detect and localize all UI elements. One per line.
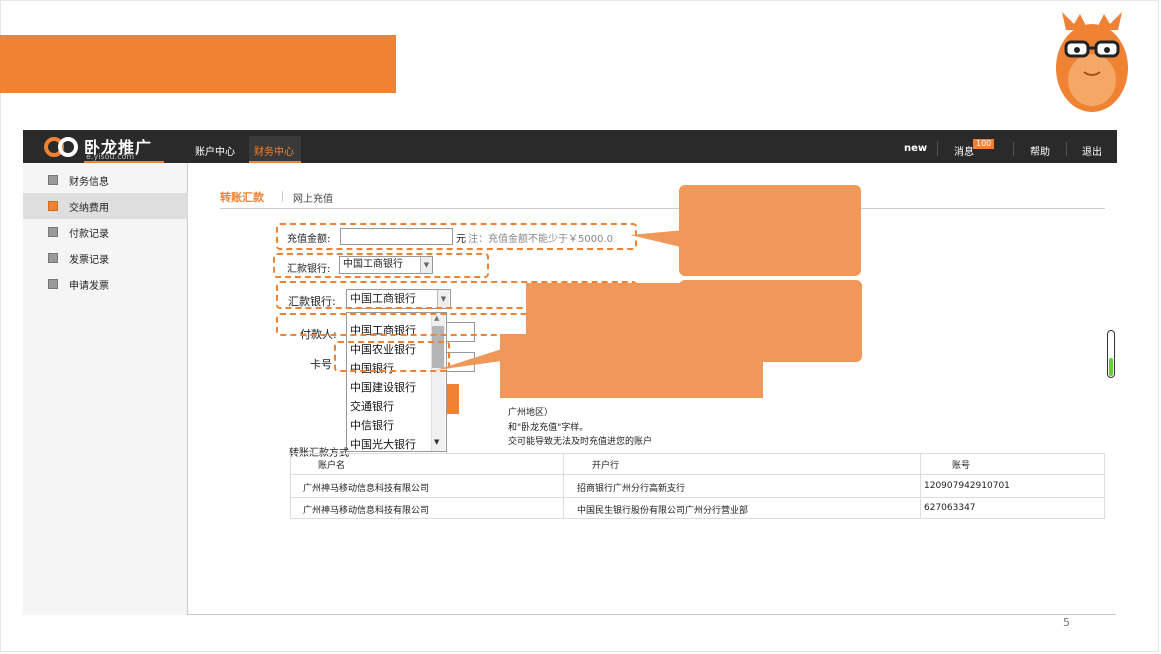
- table-header-cell: 开户行: [592, 461, 620, 471]
- messages-badge: 100: [973, 139, 995, 149]
- nav-finance-center[interactable]: 财务中心: [254, 143, 294, 158]
- nav-help[interactable]: 帮助: [1030, 143, 1050, 158]
- note-line: 交可能导致无法及时充值进您的账户: [508, 437, 653, 447]
- slide-title-bar: [0, 35, 396, 93]
- finance-info-icon: [48, 175, 58, 185]
- nav-messages[interactable]: 消息: [954, 143, 974, 158]
- dropdown-option[interactable]: 交通银行: [350, 398, 394, 414]
- sidebar-item-label: 财务信息: [69, 177, 109, 188]
- content-bottom-line: [188, 614, 1116, 615]
- annotation-box-option: [334, 341, 450, 372]
- dropdown-option[interactable]: 中信银行: [350, 417, 394, 433]
- table-cell: 招商银行广州分行高新支行: [577, 484, 686, 494]
- scroll-down-icon[interactable]: ▼: [434, 438, 439, 446]
- tab-bank-transfer[interactable]: 转账汇款: [220, 189, 264, 205]
- nav-account-center[interactable]: 账户中心: [195, 143, 235, 158]
- callout-box: [679, 185, 861, 276]
- nav-new[interactable]: new: [904, 143, 927, 154]
- llama-mascot-icon: [1056, 12, 1128, 112]
- dropdown-option[interactable]: 中国光大银行: [350, 436, 416, 452]
- table-col-divider: [920, 453, 921, 519]
- table-col-divider: [563, 453, 564, 519]
- sidebar-item-label: 申请发票: [69, 281, 109, 292]
- table-cell: 120907942910701: [924, 481, 1010, 491]
- table-row-divider: [290, 474, 1105, 475]
- annotation-box-bank: [273, 253, 489, 278]
- tab-divider: [282, 191, 283, 202]
- table-cell: 广州神马移动信息科技有限公司: [303, 484, 430, 494]
- table-row-divider: [290, 497, 1105, 498]
- annotation-box-amount: [276, 223, 637, 250]
- nav-logout[interactable]: 退出: [1082, 143, 1102, 158]
- note-line: 和"卧龙充值"字样。: [508, 423, 589, 433]
- page-number: 5: [1063, 616, 1070, 629]
- request-invoice-icon: [48, 279, 58, 289]
- invoice-records-icon: [48, 253, 58, 263]
- callout-box: [500, 334, 763, 398]
- table-header-cell: 账户名: [318, 461, 346, 471]
- sidebar-item-label: 发票记录: [69, 255, 109, 266]
- nav-divider: [1013, 142, 1014, 156]
- tab-online-recharge[interactable]: 网上充值: [293, 190, 333, 205]
- table-header-cell: 账号: [952, 461, 971, 471]
- submit-button[interactable]: [446, 384, 459, 414]
- nav-divider: [937, 142, 938, 156]
- pay-fees-icon: [48, 201, 58, 211]
- sidebar-item-label: 付款记录: [69, 229, 109, 240]
- logo-icon: [44, 137, 78, 157]
- sidebar-item-label: 交纳费用: [69, 203, 109, 214]
- volume-level: [1109, 358, 1113, 376]
- table-cell: 广州神马移动信息科技有限公司: [303, 506, 430, 516]
- table-cell: 627063347: [924, 503, 976, 513]
- app-header: [23, 130, 1117, 163]
- note-line: 广州地区）: [508, 408, 554, 418]
- dropdown-option[interactable]: 中国建设银行: [350, 379, 416, 395]
- nav-divider: [1066, 142, 1067, 156]
- payment-records-icon: [48, 227, 58, 237]
- table-cell: 中国民生银行股份有限公司广州分行营业部: [577, 506, 749, 516]
- tab-underline: [220, 208, 1105, 209]
- callout-box: [526, 283, 724, 337]
- logo-domain: e.yisou.com: [86, 152, 135, 161]
- card-label: 卡号: [310, 358, 332, 371]
